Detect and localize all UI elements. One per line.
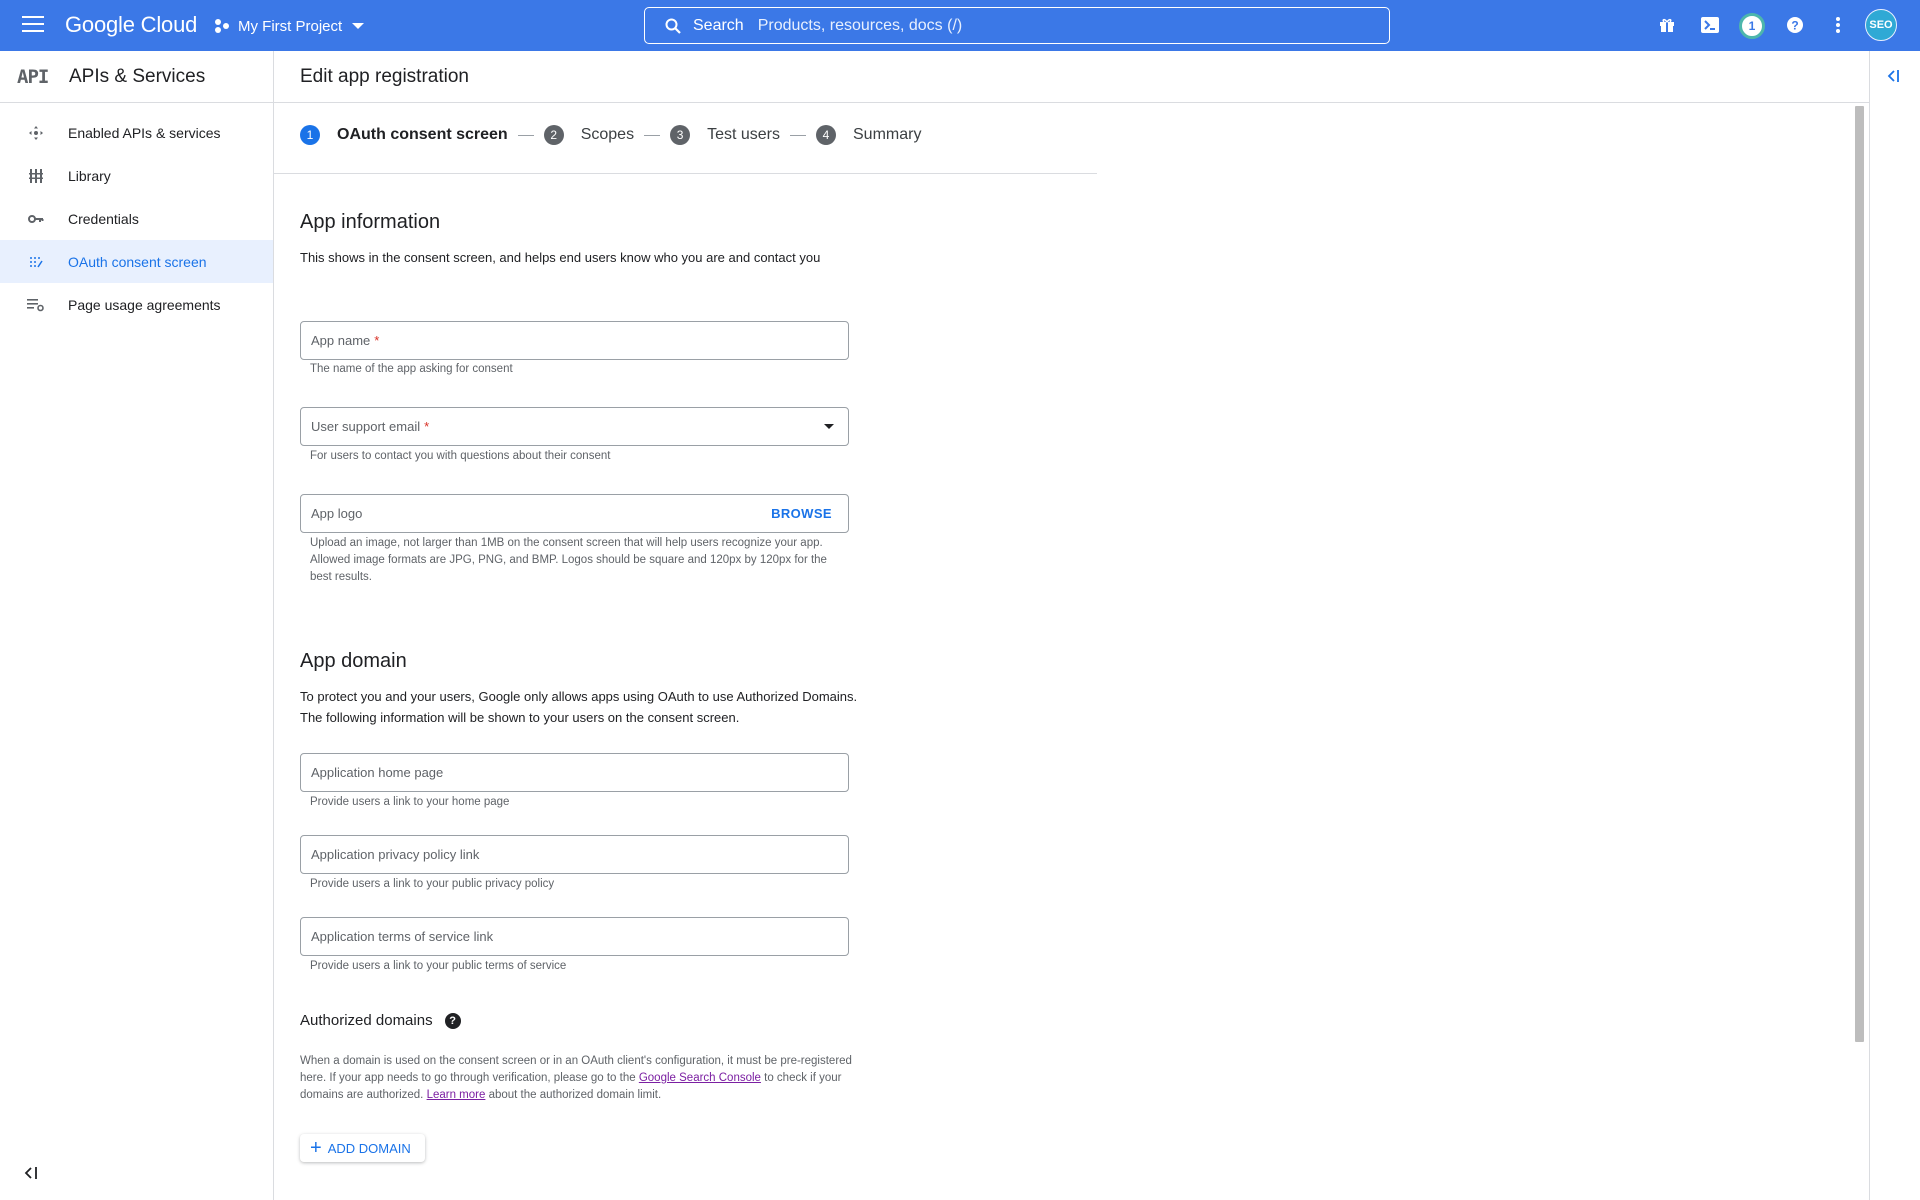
consent-icon — [25, 253, 47, 271]
stepper: 1 OAuth consent screen 2 Scopes 3 Test u… — [300, 125, 921, 145]
privacy-policy-hint: Provide users a link to your public priv… — [310, 878, 555, 890]
gift-icon[interactable] — [1655, 13, 1679, 37]
sidebar-title: APIs & Services — [69, 65, 206, 87]
sidebar-item-label: Page usage agreements — [68, 296, 221, 313]
step-test-users[interactable]: 3 Test users — [670, 125, 780, 145]
step-number: 2 — [543, 125, 564, 145]
sidebar-item-oauth-consent-screen[interactable]: OAuth consent screen — [0, 240, 273, 283]
svg-text:?: ? — [1791, 19, 1798, 33]
search-input[interactable]: Search Products, resources, docs (/) — [644, 7, 1390, 44]
app-information-description: This shows in the consent screen, and he… — [300, 250, 821, 265]
sidebar-nav: Enabled APIs & services Library Credenti… — [0, 111, 273, 326]
search-placeholder: Products, resources, docs (/) — [757, 16, 963, 34]
project-picker[interactable]: My First Project — [214, 12, 365, 40]
key-icon — [25, 210, 47, 228]
step-label: Test users — [707, 126, 780, 143]
search-label: Search — [693, 16, 744, 34]
sidebar-item-library[interactable]: Library — [0, 154, 273, 197]
step-label: Summary — [853, 126, 922, 143]
endpoints-icon — [25, 124, 47, 142]
chevron-down-icon — [352, 23, 365, 29]
notifications-badge[interactable]: 1 — [1739, 13, 1765, 39]
collapse-sidebar-icon[interactable] — [24, 1166, 44, 1186]
account-avatar[interactable]: SEO — [1865, 9, 1897, 41]
step-number: 3 — [670, 125, 691, 145]
page-title: Edit app registration — [300, 65, 469, 87]
field-label: App name — [311, 333, 371, 348]
authorized-domains-heading: Authorized domains ? — [300, 1012, 461, 1029]
api-logo: API — [17, 65, 49, 88]
page-header: Edit app registration — [274, 51, 1870, 103]
field-label: Application terms of service link — [311, 929, 494, 944]
expand-panel-icon[interactable] — [1886, 69, 1906, 89]
application-home-page-field[interactable]: Application home page — [300, 753, 849, 792]
google-cloud-logo[interactable]: Google Cloud — [65, 12, 197, 38]
sidebar-item-label: Enabled APIs & services — [68, 124, 221, 141]
app-logo-field[interactable]: App logo BROWSE — [300, 494, 849, 533]
app-logo-hint: Upload an image, not larger than 1MB on … — [310, 537, 827, 583]
google-search-console-link[interactable]: Google Search Console — [639, 1072, 761, 1084]
library-icon — [25, 167, 47, 185]
description-text: about the authorized domain limit. — [485, 1089, 662, 1101]
cloud-shell-icon[interactable] — [1698, 13, 1722, 37]
vertical-scrollbar[interactable] — [1855, 106, 1864, 1042]
sidebar-item-page-usage-agreements[interactable]: Page usage agreements — [0, 283, 273, 326]
step-oauth-consent-screen[interactable]: 1 OAuth consent screen — [300, 125, 508, 145]
step-separator — [790, 134, 806, 136]
help-icon[interactable]: ? — [1783, 13, 1807, 37]
field-label: App logo — [311, 506, 363, 521]
step-summary[interactable]: 4 Summary — [816, 125, 921, 145]
sidebar-header: API APIs & Services — [0, 51, 273, 103]
step-number: 1 — [300, 125, 320, 145]
step-number: 4 — [816, 125, 836, 145]
field-label: User support email — [311, 419, 421, 434]
step-label: Scopes — [580, 126, 635, 143]
project-icon — [215, 19, 229, 33]
settings-list-icon — [25, 296, 47, 314]
top-bar: Google Cloud My First Project Search Pro… — [0, 0, 1920, 51]
user-support-email-hint: For users to contact you with questions … — [310, 450, 611, 462]
required-marker: * — [424, 419, 430, 434]
home-page-hint: Provide users a link to your home page — [310, 796, 510, 808]
sidebar-item-label: OAuth consent screen — [68, 253, 207, 270]
plus-icon: + — [310, 1137, 322, 1159]
right-side-rail — [1869, 51, 1920, 1200]
step-separator — [644, 134, 661, 136]
sidebar-item-credentials[interactable]: Credentials — [0, 197, 273, 240]
privacy-policy-link-field[interactable]: Application privacy policy link — [300, 835, 849, 874]
browse-button[interactable]: BROWSE — [771, 506, 832, 521]
authorized-domains-title: Authorized domains — [300, 1012, 433, 1029]
step-label: OAuth consent screen — [337, 126, 508, 143]
add-domain-button[interactable]: + ADD DOMAIN — [300, 1134, 425, 1162]
learn-more-link[interactable]: Learn more — [427, 1089, 486, 1101]
app-domain-description: To protect you and your users, Google on… — [300, 689, 858, 725]
project-name: My First Project — [238, 17, 343, 35]
stepper-divider — [274, 173, 1097, 174]
terms-of-service-hint: Provide users a link to your public term… — [310, 960, 567, 972]
dropdown-arrow-icon — [824, 424, 834, 429]
sidebar-item-enabled-apis[interactable]: Enabled APIs & services — [0, 111, 273, 154]
search-icon — [665, 18, 681, 34]
main-content: Edit app registration 1 OAuth consent sc… — [274, 51, 1870, 1200]
help-icon[interactable]: ? — [444, 1012, 461, 1029]
more-vert-icon[interactable] — [1826, 13, 1850, 37]
user-support-email-select[interactable]: User support email * — [300, 407, 849, 446]
step-separator — [517, 134, 534, 136]
terms-of-service-link-field[interactable]: Application terms of service link — [300, 917, 849, 956]
required-marker: * — [374, 333, 380, 348]
app-name-field[interactable]: App name * — [300, 321, 849, 360]
step-scopes[interactable]: 2 Scopes — [543, 125, 635, 145]
app-domain-heading: App domain — [300, 650, 407, 672]
sidebar-item-label: Library — [68, 167, 111, 184]
add-domain-label: ADD DOMAIN — [327, 1140, 411, 1156]
field-label: Application home page — [311, 765, 444, 780]
main-menu-icon[interactable] — [22, 16, 44, 34]
app-information-heading: App information — [300, 211, 441, 233]
authorized-domains-description: When a domain is used on the consent scr… — [300, 1053, 870, 1104]
field-label: Application privacy policy link — [311, 847, 480, 862]
sidebar-item-label: Credentials — [68, 210, 139, 227]
sidebar: API APIs & Services Enabled APIs & servi… — [0, 51, 274, 1200]
app-name-hint: The name of the app asking for consent — [310, 363, 513, 375]
